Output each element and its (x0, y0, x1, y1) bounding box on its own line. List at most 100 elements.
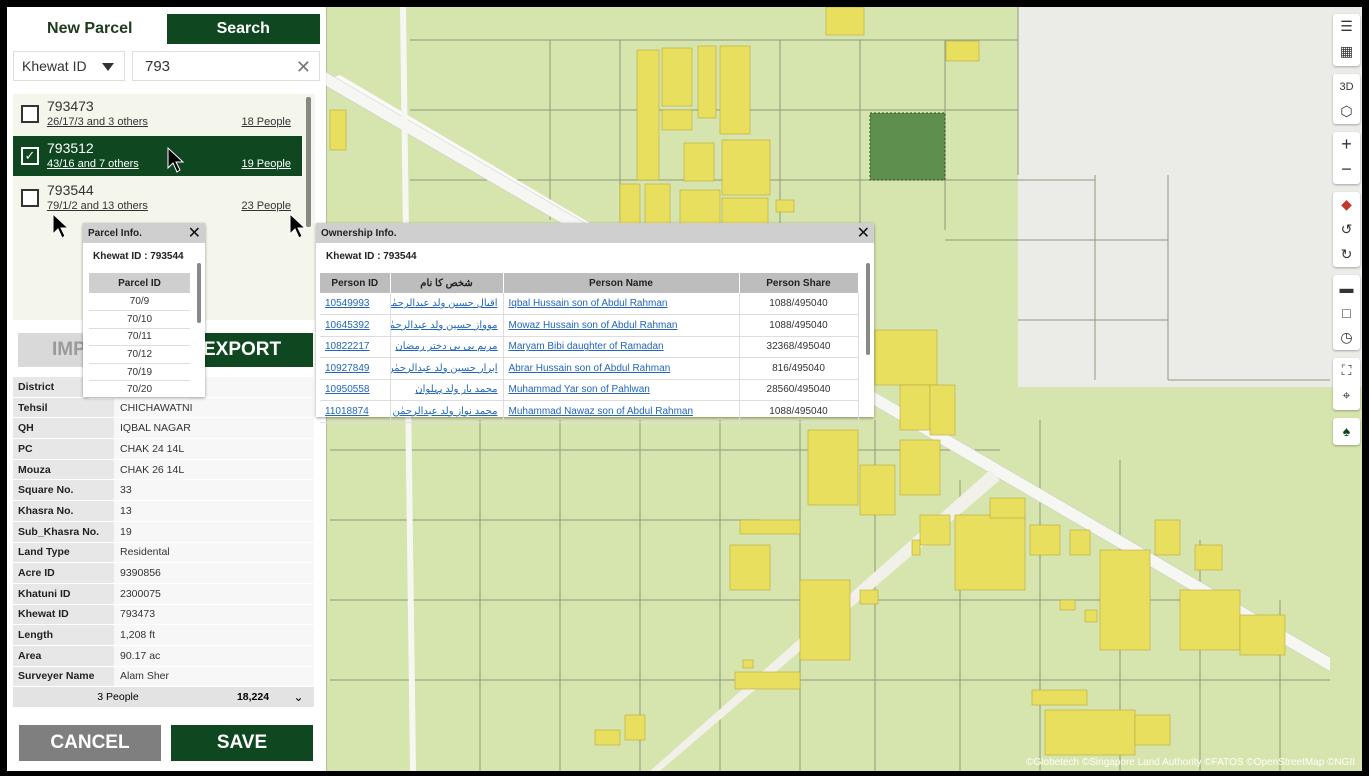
owner-row: 10645392 موواز حسین ولد عبدالرحمٰن Mowaz H… (320, 314, 859, 337)
ownership-table: Person ID شخص کا نام Person Name Person … (320, 273, 859, 423)
zoom-out-icon[interactable]: − (1333, 157, 1360, 182)
detail-label: Land Type (13, 542, 114, 563)
person-share: 28560/495040 (739, 379, 859, 401)
detail-label: QH (13, 418, 114, 439)
col-person-share: Person Share (739, 273, 859, 293)
area-measure-icon[interactable]: □ (1333, 300, 1360, 325)
person-id-link[interactable]: 10549993 (320, 293, 391, 315)
person-name-urdu-link[interactable]: محمد نواز ولد عبدالرحمٰن (390, 400, 504, 423)
result-checkbox[interactable] (21, 189, 39, 207)
detail-value: 793473 (114, 604, 314, 625)
3d-toggle-button[interactable]: 3D (1333, 74, 1360, 99)
parcel-row[interactable]: 70/11 (89, 328, 190, 347)
chevron-down-icon[interactable]: ⌄ (283, 690, 314, 704)
result-checkbox[interactable] (21, 105, 39, 123)
search-type-value: Khewat ID (22, 58, 87, 74)
search-query-text: 793 (145, 57, 171, 75)
parcel-info-popup: Parcel Info. ✕ Khewat ID : 793544 Parcel… (83, 223, 205, 400)
parcel-details-table: District Tehsil CHICHAWATNI QH IQBAL NAGAR PC… (13, 377, 314, 688)
person-name-link[interactable]: Maryam Bibi daughter of Ramadan (503, 336, 740, 358)
detail-row: Square No. 33 (13, 480, 314, 502)
save-button[interactable]: SAVE (171, 725, 313, 761)
owner-row: 10549993 اقبال حسین ولد عبدالرحمٰن Iqbal H… (320, 293, 859, 315)
person-share: 816/495040 (739, 357, 859, 380)
results-scrollbar[interactable] (306, 97, 311, 227)
ownership-popup-title: Ownership Info. (321, 227, 397, 239)
pointer-cursor-icon (52, 212, 70, 239)
parcel-row[interactable]: 70/9 (89, 293, 190, 312)
cancel-button[interactable]: CANCEL (19, 725, 161, 761)
person-id-link[interactable]: 11018874 (320, 400, 391, 423)
cube-icon[interactable]: ⬡ (1333, 99, 1360, 124)
rotate-right-icon[interactable]: ↻ (1333, 242, 1360, 267)
detail-value: Alam Sher (114, 666, 314, 687)
close-icon[interactable]: ✕ (857, 223, 870, 243)
map-attribution: ©Globetech ©Singapore Land Authority ©FA… (1026, 757, 1355, 768)
detail-value: 13 (114, 501, 314, 521)
map-layer-controls: ☰ ▦ (1333, 14, 1360, 66)
parcel-popup-khewat: Khewat ID : 793544 (93, 251, 184, 262)
person-name-urdu-link[interactable]: محمد یار ولد پہلوان (390, 379, 504, 401)
search-type-select[interactable]: Khewat ID (13, 51, 125, 81)
result-people-link[interactable]: 19 People (241, 158, 291, 170)
detail-label: Khatuni ID (13, 583, 114, 604)
person-name-link[interactable]: Muhammad Nawaz son of Abdul Rahman (503, 400, 740, 423)
detail-value: CHICHAWATNI (114, 397, 314, 418)
person-id-link[interactable]: 10927849 (320, 357, 391, 380)
zoom-controls: + − (1333, 132, 1360, 184)
result-parcels-link[interactable]: 43/16 and 7 others (47, 158, 139, 170)
result-parcels-link[interactable]: 26/17/3 and 3 others (47, 116, 148, 128)
person-name-link[interactable]: Mowaz Hussain son of Abdul Rahman (503, 314, 740, 337)
clear-search-icon[interactable]: ✕ (296, 57, 311, 78)
locate-icon[interactable]: ⌖ (1333, 383, 1360, 408)
parcel-row[interactable]: 70/12 (89, 345, 190, 364)
ownership-popup-scrollbar[interactable] (866, 263, 870, 355)
zoom-in-icon[interactable]: + (1333, 132, 1360, 157)
person-name-link[interactable]: Abrar Hussain son of Abdul Rahman (503, 357, 740, 380)
result-checkbox-checked[interactable]: ✓ (21, 147, 39, 165)
compass-icon[interactable]: ◆ (1333, 192, 1360, 217)
detail-label: PC (13, 439, 114, 459)
parcel-row[interactable]: 70/10 (89, 310, 190, 329)
detail-label: Sub_Khasra No. (13, 521, 114, 542)
parcel-id-header: Parcel ID (89, 273, 190, 293)
detail-row: Khatuni ID 2300075 (13, 583, 314, 605)
close-icon[interactable]: ✕ (188, 223, 201, 243)
detail-label: Acre ID (13, 563, 114, 583)
pointer-cursor-icon (167, 146, 185, 173)
parcel-row[interactable]: 70/20 (89, 380, 190, 400)
person-name-link[interactable]: Iqbal Hussain son of Abdul Rahman (503, 293, 740, 315)
person-share: 1088/495040 (739, 293, 859, 315)
clock-icon[interactable]: ◷ (1333, 325, 1360, 350)
person-id-link[interactable]: 10950558 (320, 379, 391, 401)
parcel-popup-scrollbar[interactable] (197, 263, 201, 323)
search-input[interactable]: 793 ✕ (132, 51, 320, 81)
detail-row: Khewat ID 793473 (13, 604, 314, 626)
person-id-link[interactable]: 10645392 (320, 314, 391, 337)
person-name-urdu-link[interactable]: اقبال حسین ولد عبدالرحمٰن (390, 293, 504, 315)
rotate-left-icon[interactable]: ↺ (1333, 217, 1360, 242)
result-item[interactable]: 793473 26/17/3 and 3 others 18 People (13, 94, 302, 134)
person-id-link[interactable]: 10822217 (320, 336, 391, 358)
street-view-icon[interactable]: ♠ (1333, 418, 1360, 443)
person-share: 1088/495040 (739, 400, 859, 423)
map-icon[interactable]: ▦ (1333, 39, 1360, 64)
person-name-link[interactable]: Muhammad Yar son of Pahlwan (503, 379, 740, 401)
layers-icon[interactable]: ☰ (1333, 14, 1360, 39)
fullscreen-icon[interactable]: ⛶ (1333, 358, 1360, 383)
result-item-selected[interactable]: ✓ 793512 43/16 and 7 others 19 People (13, 136, 302, 176)
person-name-urdu-link[interactable]: ابرار حسین ولد عبدالرحمٰن (390, 357, 504, 380)
person-share: 1088/495040 (739, 314, 859, 337)
person-name-urdu-link[interactable]: موواز حسین ولد عبدالرحمٰن (390, 314, 504, 337)
tab-new-parcel[interactable]: New Parcel (13, 14, 167, 44)
detail-row: Length 1,208 ft (13, 625, 314, 646)
result-people-link[interactable]: 18 People (241, 116, 291, 128)
person-name-urdu-link[interactable]: مریم بی بی دختر رمضان (390, 336, 504, 358)
ruler-icon[interactable]: ▬ (1333, 275, 1360, 300)
detail-row: Surveyer Name Alam Sher (13, 666, 314, 688)
parcel-id-cell: 70/20 (89, 380, 190, 400)
detail-row: Khasra No. 13 (13, 501, 314, 522)
tab-search[interactable]: Search (166, 14, 320, 44)
detail-value: 2300075 (114, 583, 314, 604)
parcel-row[interactable]: 70/19 (89, 363, 190, 382)
